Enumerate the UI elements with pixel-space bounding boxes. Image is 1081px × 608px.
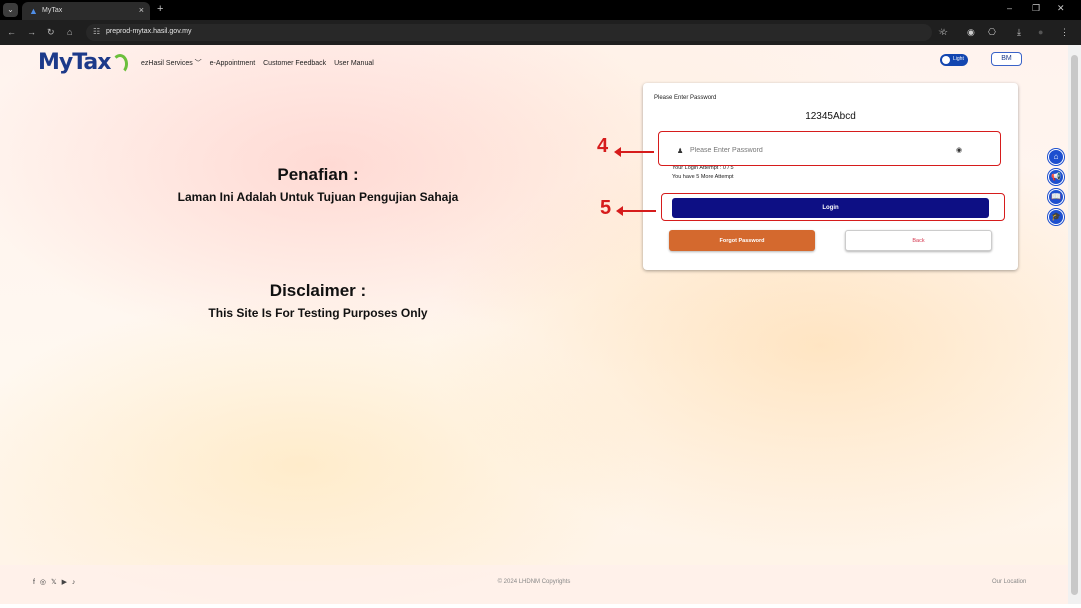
page-content: MyTax ezHasil Services ﹀ e-Appointment C… (0, 45, 1068, 604)
back-arrow-icon[interactable]: ← (7, 27, 16, 37)
home-icon[interactable]: ⌂ (67, 27, 72, 37)
extension-icon[interactable]: ◉ (967, 27, 975, 38)
user-id-text: 12345Abcd (805, 111, 856, 122)
nav-user-manual[interactable]: User Manual (334, 60, 374, 67)
logo-swoosh-icon (112, 54, 128, 74)
chevron-down-icon: ⌄ (7, 5, 14, 14)
tab-close-icon[interactable]: × (139, 5, 144, 15)
annotation-box-password (658, 131, 1001, 166)
more-menu-icon[interactable]: ⋮ (1060, 27, 1069, 38)
close-window-button[interactable]: ✕ (1057, 3, 1065, 14)
back-button[interactable]: Back (845, 230, 992, 251)
disclaimer-english-text: This Site Is For Testing Purposes Only (208, 306, 428, 320)
enter-password-label: Please Enter Password (654, 95, 717, 101)
nav-e-appointment[interactable]: e-Appointment (210, 60, 256, 67)
mytax-logo[interactable]: MyTax (38, 50, 128, 78)
main-nav: ezHasil Services ﹀ e-Appointment Custome… (141, 58, 380, 68)
site-info-icon[interactable]: ☷ (93, 27, 100, 36)
url-text: preprod-mytax.hasil.gov.my (106, 28, 192, 35)
announcement-icon[interactable]: 📢 (1048, 169, 1064, 185)
annotation-box-login (661, 193, 1005, 221)
toggle-knob (942, 56, 950, 64)
bookmark-star-icon[interactable]: ☆ (940, 27, 948, 38)
disclaimer-malay-title: Penafian : (277, 165, 359, 184)
profile-avatar-icon[interactable]: ● (1038, 27, 1043, 37)
side-panel-icon[interactable]: ⎔ (988, 27, 996, 38)
forward-arrow-icon[interactable]: → (27, 27, 36, 37)
scrollbar-thumb[interactable] (1071, 55, 1078, 595)
annotation-arrow-5 (616, 206, 656, 216)
tab-title: MyTax (42, 7, 63, 14)
download-icon[interactable]: ⤓ (1017, 27, 1021, 38)
nav-customer-feedback[interactable]: Customer Feedback (263, 60, 326, 67)
browser-tab-mytax[interactable]: ▲ MyTax × (22, 2, 150, 20)
home-shortcut-icon[interactable]: ⌂ (1048, 149, 1064, 165)
browser-tab-bar: ⌄ ▲ MyTax × + – ❐ ✕ (0, 0, 1081, 20)
mytax-favicon-icon: ▲ (29, 6, 38, 16)
theme-label: Light (953, 56, 964, 62)
manual-book-icon[interactable]: 📖 (1048, 189, 1064, 205)
disclaimer-english-title: Disclaimer : (269, 281, 367, 300)
education-cap-icon[interactable]: 🎓 (1048, 209, 1064, 225)
remaining-attempts: You have 5 More Attempt (672, 174, 734, 180)
our-location-link[interactable]: Our Location (992, 579, 1026, 585)
tab-search-menu-button[interactable]: ⌄ (3, 3, 18, 17)
footer: f ◎ 𝕏 ▶ ♪ © 2024 LHDNM Copyrights Our Lo… (0, 565, 1068, 604)
minimize-window-button[interactable]: – (1007, 3, 1012, 13)
annotation-arrow-4 (614, 147, 654, 157)
address-bar[interactable]: ☷ preprod-mytax.hasil.gov.my ☆ (86, 24, 945, 41)
browser-toolbar: ← → ↻ ⌂ ☷ preprod-mytax.hasil.gov.my ☆ ☆… (0, 20, 1081, 45)
disclaimer-malay-text: Laman Ini Adalah Untuk Tujuan Pengujian … (177, 190, 459, 204)
reload-icon[interactable]: ↻ (47, 27, 55, 38)
disclaimer-malay: Penafian : Laman Ini Adalah Untuk Tujuan… (118, 165, 518, 204)
forgot-password-button[interactable]: Forgot Password (669, 230, 815, 251)
disclaimer-english: Disclaimer : This Site Is For Testing Pu… (118, 281, 518, 320)
language-button[interactable]: BM (991, 52, 1022, 66)
nav-ezhasil-services[interactable]: ezHasil Services ﹀ (141, 60, 202, 67)
annotation-number-5: 5 (600, 197, 612, 219)
page-scrollbar[interactable] (1068, 45, 1081, 604)
theme-toggle[interactable]: Light (940, 54, 968, 66)
copyright-text: © 2024 LHDNM Copyrights (497, 579, 571, 585)
login-card: Please Enter Password 12345Abcd ♟ ◉ Your… (643, 83, 1018, 270)
annotation-number-4: 4 (597, 135, 609, 157)
new-tab-button[interactable]: + (157, 3, 163, 15)
restore-window-button[interactable]: ❐ (1032, 3, 1040, 14)
